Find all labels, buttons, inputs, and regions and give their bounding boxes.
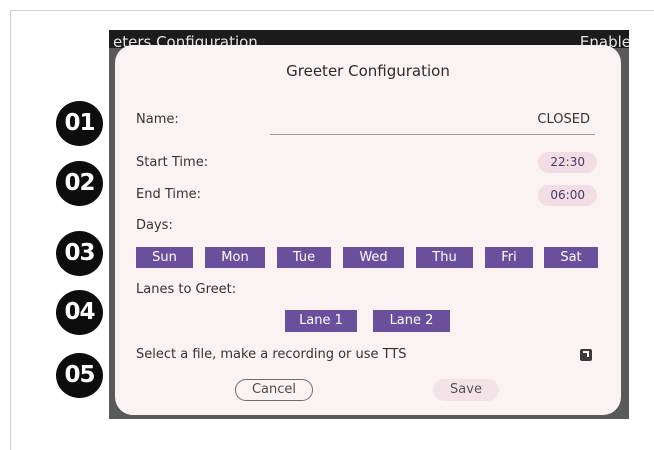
- day-toggle-tue[interactable]: Tue: [277, 247, 331, 268]
- open-in-new-icon[interactable]: [580, 349, 592, 361]
- greeter-config-dialog: Greeter Configuration Name: CLOSED Start…: [115, 45, 621, 415]
- cancel-button[interactable]: Cancel: [235, 379, 313, 401]
- name-label: Name:: [136, 112, 179, 127]
- day-toggle-mon[interactable]: Mon: [205, 247, 265, 268]
- callout-badge-02: 02: [56, 161, 103, 206]
- start-time-button[interactable]: 22:30: [538, 152, 597, 173]
- callout-badge-03: 03: [56, 231, 103, 276]
- callout-badge-04: 04: [56, 290, 103, 335]
- lane-toggle-1[interactable]: Lane 1: [285, 310, 357, 332]
- lanes-label: Lanes to Greet:: [136, 282, 237, 297]
- callout-badge-05: 05: [56, 353, 103, 398]
- save-button[interactable]: Save: [433, 379, 499, 401]
- days-label: Days:: [136, 218, 173, 233]
- lane-toggle-2[interactable]: Lane 2: [373, 310, 450, 332]
- start-time-label: Start Time:: [136, 155, 209, 170]
- day-toggle-sun[interactable]: Sun: [136, 247, 193, 268]
- callout-badge-01: 01: [56, 101, 103, 146]
- name-input-underline: [270, 134, 595, 135]
- end-time-button[interactable]: 06:00: [538, 185, 597, 206]
- day-toggle-fri[interactable]: Fri: [485, 247, 533, 268]
- end-time-label: End Time:: [136, 187, 202, 202]
- file-select-label: Select a file, make a recording or use T…: [136, 347, 407, 362]
- day-toggle-sat[interactable]: Sat: [544, 247, 598, 268]
- day-toggle-wed[interactable]: Wed: [343, 247, 404, 268]
- day-toggle-thu[interactable]: Thu: [416, 247, 473, 268]
- dialog-title: Greeter Configuration: [286, 62, 450, 80]
- name-input[interactable]: CLOSED: [537, 112, 590, 127]
